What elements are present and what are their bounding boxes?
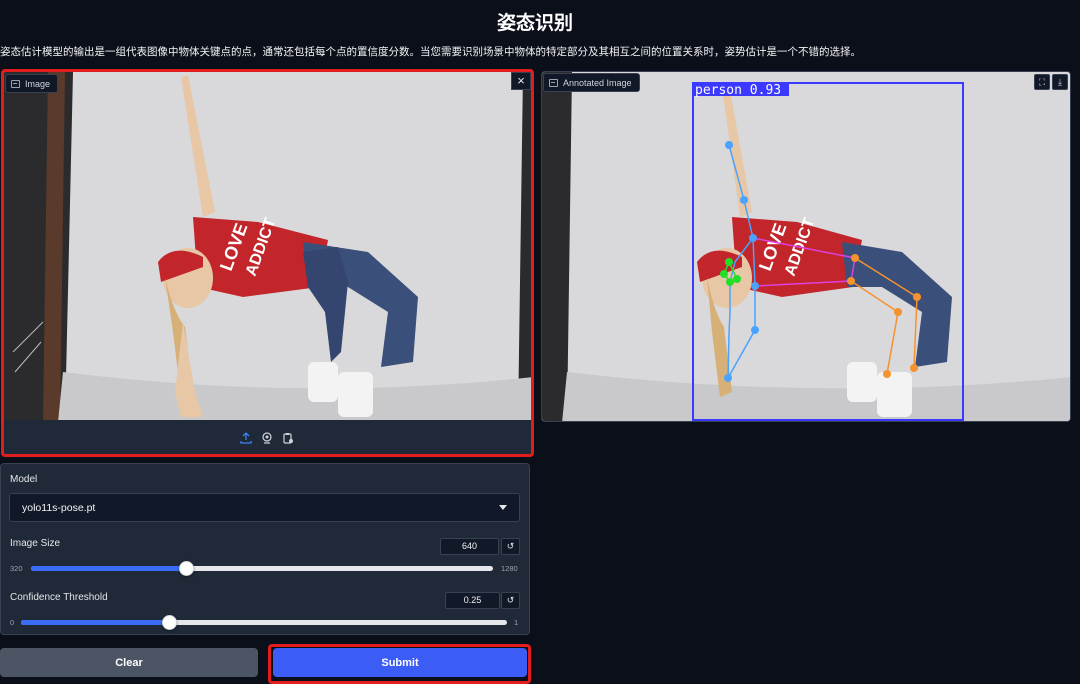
submit-button[interactable]: Submit bbox=[273, 648, 527, 677]
image-size-slider[interactable] bbox=[31, 561, 493, 576]
image-size-input[interactable]: 640 bbox=[440, 538, 499, 555]
fullscreen-icon[interactable]: ⛶ bbox=[1034, 74, 1050, 90]
image-icon bbox=[11, 79, 20, 88]
confidence-slider[interactable] bbox=[21, 615, 507, 630]
confidence-max: 1 bbox=[514, 618, 519, 627]
clipboard-icon[interactable] bbox=[282, 432, 294, 444]
model-select[interactable]: yolo11s-pose.pt bbox=[9, 493, 520, 522]
confidence-label: Confidence Threshold bbox=[10, 592, 108, 603]
clear-button[interactable]: Clear bbox=[0, 648, 258, 677]
annotated-photo: LOVE ADDICT person 0.93 bbox=[542, 72, 1070, 421]
confidence-reset-icon[interactable]: ↺ bbox=[501, 592, 520, 609]
settings-panel: Model yolo11s-pose.pt Image Size 640 ↺ 3… bbox=[0, 463, 530, 635]
image-icon bbox=[549, 78, 558, 87]
upload-icon[interactable] bbox=[240, 431, 252, 444]
confidence-input[interactable]: 0.25 bbox=[445, 592, 500, 609]
page-description: 姿态估计模型的输出是一组代表图像中物体关键点的点，通常还包括每个点的置信度分数。… bbox=[0, 46, 861, 58]
annotated-image-label: Annotated Image bbox=[563, 77, 632, 88]
annotated-label-badge: Annotated Image bbox=[543, 73, 640, 92]
model-label: Model bbox=[10, 474, 38, 485]
image-label: Image bbox=[25, 78, 51, 89]
output-image-panel: Annotated Image ⛶ ⤓ LOVE ADDICT person 0… bbox=[541, 71, 1071, 422]
close-icon[interactable]: × bbox=[511, 72, 531, 90]
output-toolbar: ⛶ ⤓ bbox=[1034, 74, 1068, 90]
image-size-thumb[interactable] bbox=[179, 561, 194, 576]
page-title: 姿态识别 bbox=[496, 12, 573, 34]
image-size-label: Image Size bbox=[10, 538, 61, 549]
confidence-fill bbox=[21, 620, 167, 625]
input-image-panel[interactable]: Image × LOVE ADDICT bbox=[2, 71, 532, 456]
confidence-thumb[interactable] bbox=[162, 615, 177, 630]
image-size-reset-icon[interactable]: ↺ bbox=[501, 538, 520, 555]
image-size-fill bbox=[31, 566, 190, 571]
webcam-icon[interactable] bbox=[261, 431, 273, 444]
image-size-min: 320 bbox=[10, 564, 23, 573]
model-value: yolo11s-pose.pt bbox=[22, 501, 96, 514]
image-label-badge: Image bbox=[5, 74, 59, 93]
image-size-max: 1280 bbox=[501, 564, 518, 573]
chevron-down-icon bbox=[499, 505, 507, 510]
input-photo: LOVE ADDICT bbox=[3, 72, 531, 422]
confidence-min: 0 bbox=[10, 618, 15, 627]
download-icon[interactable]: ⤓ bbox=[1052, 74, 1068, 90]
source-toolbar bbox=[3, 420, 531, 455]
detection-label: person 0.93 bbox=[695, 83, 781, 98]
